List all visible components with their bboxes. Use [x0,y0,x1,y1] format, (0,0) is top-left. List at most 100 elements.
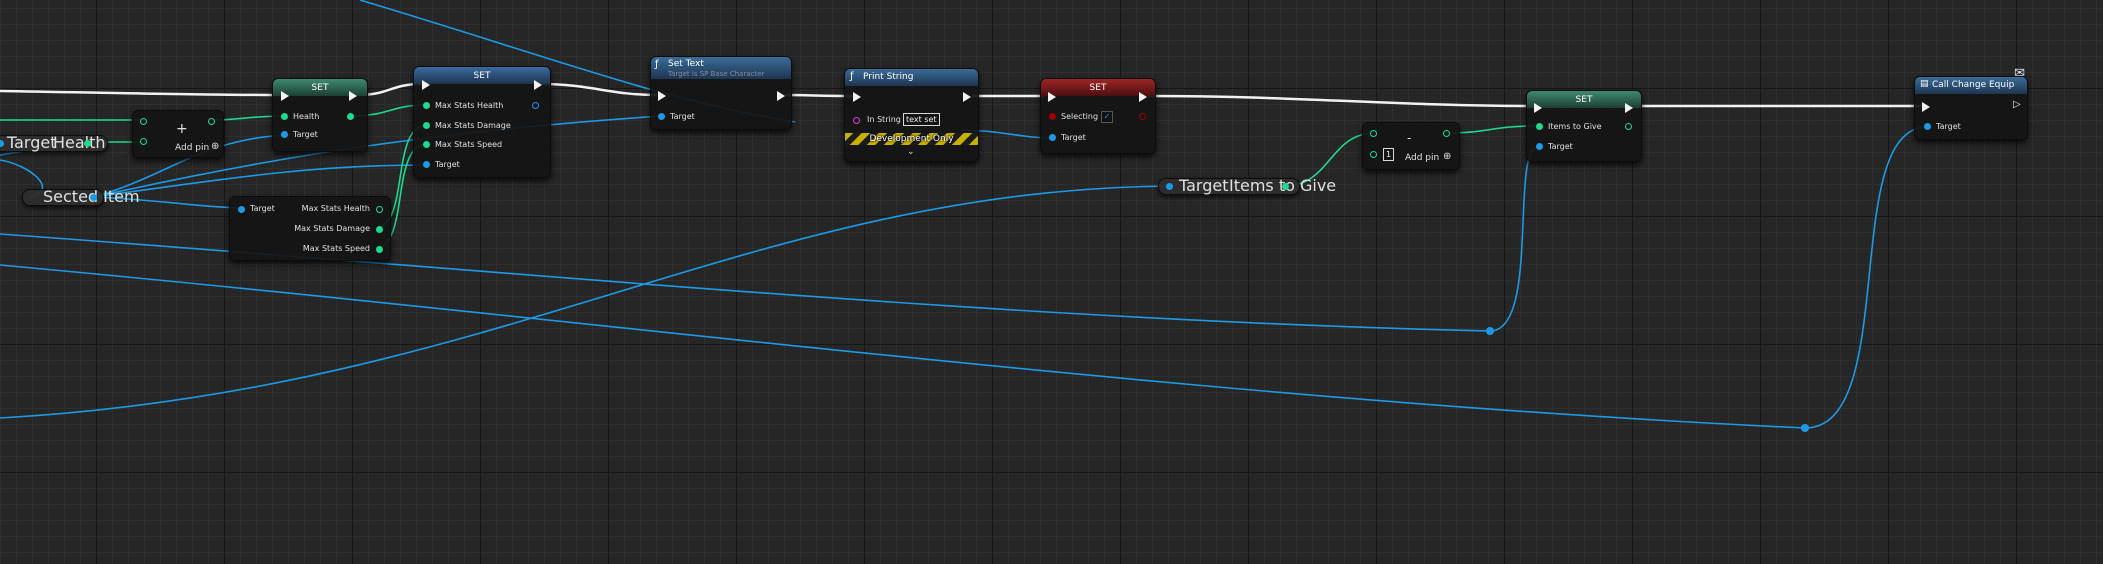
reroute-knot[interactable] [1486,327,1494,335]
float-pin-icon[interactable] [140,138,147,145]
target-pin-label: Target [670,112,695,121]
max-stats-damage-label: Max Stats Damage [435,121,511,130]
bool-out-pin-icon[interactable] [1139,113,1146,120]
object-pin-icon[interactable] [1049,134,1056,141]
int-out-pin-icon[interactable] [1625,123,1632,130]
object-pin-icon[interactable] [238,206,245,213]
int-pin-icon[interactable] [1282,183,1289,190]
target-pin-label: Target [1548,142,1573,151]
exec-in-pin-icon[interactable] [1922,102,1930,112]
print-string-node[interactable]: ƒ Print String In String text set Develo… [844,68,979,162]
sected-item-node[interactable]: Sected Item [22,189,140,206]
node-header: ƒ Set Text Target is SP Base Character [651,57,791,79]
object-pin-icon[interactable] [1166,183,1173,190]
exec-out-pin-icon[interactable] [1625,103,1633,113]
object-pin-icon[interactable] [658,113,665,120]
node-subtitle: Target is SP Base Character [668,70,765,78]
string-pin-icon[interactable] [853,117,860,124]
float-pin-icon[interactable] [423,102,430,109]
max-stats-health-label: Max Stats Health [301,204,370,213]
set-items-to-give-node[interactable]: SET Items to Give Target [1526,90,1642,162]
add-pin-label[interactable]: Add pin [1405,153,1439,163]
float-pin-icon[interactable] [84,140,91,147]
node-header: SET [414,67,550,84]
node-title: SET [473,71,491,81]
set-text-node[interactable]: ƒ Set Text Target is SP Base Character T… [650,56,792,130]
health-pin-label: Health [293,112,320,121]
wire-object-knot2-to-call-target [1804,126,1927,429]
get-items-to-give-node[interactable]: Target Items to Give [1158,176,1336,195]
output-pin-icon[interactable] [532,102,539,109]
set-health-node[interactable]: SET Health Target [272,78,368,152]
float-pin-icon[interactable] [140,118,147,125]
add-pin-icon[interactable]: ⊕ [211,142,219,152]
float-pin-icon[interactable] [376,246,383,253]
exec-out-pin-icon[interactable] [777,91,785,101]
float-pin-icon[interactable] [347,113,354,120]
exec-out-pin-icon[interactable] [1139,92,1147,102]
add-symbol: + [176,121,188,137]
exec-in-pin-icon[interactable] [422,80,430,90]
node-header: SET [1527,91,1641,108]
float-pin-icon[interactable] [423,122,430,129]
checkbox-checked-icon[interactable]: ✓ [1101,111,1113,123]
wire-object-big-curve [0,185,1171,419]
add-pin-icon[interactable]: ⊕ [1443,152,1451,162]
exec-in-pin-icon[interactable] [281,91,289,101]
node-title: Set Text [668,59,704,69]
exec-out-pin-icon[interactable] [349,91,357,101]
subtract-int-node[interactable]: - 1 Add pin ⊕ [1362,122,1460,170]
exec-in-pin-icon[interactable] [1048,92,1056,102]
set-selecting-node[interactable]: SET Selecting ✓ Target [1040,78,1156,154]
exec-out-pin-icon[interactable] [963,92,971,102]
int-pin-icon[interactable] [1370,130,1377,137]
subtract-symbol: - [1407,131,1412,145]
reroute-knot[interactable] [1801,424,1809,432]
max-stats-health-label: Max Stats Health [435,101,504,110]
break-stats-node[interactable]: Target Max Stats Health Max Stats Damage… [229,196,391,261]
exec-in-pin-icon[interactable] [853,92,861,102]
function-icon: ƒ [850,71,854,82]
object-pin-icon[interactable] [90,194,97,201]
float-pin-icon[interactable] [376,206,383,213]
add-pin-label[interactable]: Add pin [175,143,209,153]
subtract-value-input[interactable]: 1 [1383,148,1395,161]
int-pin-icon[interactable] [1536,123,1543,130]
object-pin-icon[interactable] [1536,143,1543,150]
wire-object-long-to-knot1 [0,233,1491,332]
target-label: Target [1179,176,1229,195]
object-pin-icon[interactable] [1924,123,1931,130]
exec-in-pin-icon[interactable] [658,91,666,101]
selecting-pin-label: Selecting [1061,112,1099,121]
int-pin-icon[interactable] [1443,130,1450,137]
object-pin-icon[interactable] [0,140,4,147]
call-change-equip-node[interactable]: ▤ Call Change Equip ✉ ▷ Target [1914,67,2028,140]
float-pin-icon[interactable] [376,226,383,233]
node-title: SET [1575,95,1593,105]
exec-in-pin-icon[interactable] [1534,103,1542,113]
chevron-down-icon[interactable]: ⌄ [907,147,915,157]
in-string-input[interactable]: text set [903,113,940,126]
wire-object-sected-to-setstats [93,164,428,198]
object-pin-icon[interactable] [423,161,430,168]
node-header: SET [1041,79,1155,96]
int-pin-icon[interactable] [1370,151,1377,158]
exec-out-pin-icon[interactable] [534,80,542,90]
add-float-node[interactable]: + Add pin ⊕ [132,110,224,158]
bool-pin-icon[interactable] [1049,113,1056,120]
wire-exec-5 [1147,94,1533,108]
wire-object-knot1-to-items-target [1489,145,1539,332]
float-pin-icon[interactable] [208,118,215,125]
exec-out-pin-icon[interactable]: ▷ [2013,100,2021,110]
object-pin-icon[interactable] [281,131,288,138]
set-stats-node[interactable]: SET Max Stats Health Max Stats Damage Ma… [413,66,551,178]
get-health-node[interactable]: Target Health [0,135,108,152]
wire-exec-left-in [0,89,282,97]
event-dispatcher-icon: ▤ [1920,79,1929,89]
target-pin-label: Target [1936,122,1961,131]
float-pin-icon[interactable] [423,141,430,148]
max-stats-damage-label: Max Stats Damage [294,224,370,233]
development-only-label: Development Only [869,134,954,144]
float-pin-icon[interactable] [281,113,288,120]
max-stats-speed-label: Max Stats Speed [435,140,503,149]
